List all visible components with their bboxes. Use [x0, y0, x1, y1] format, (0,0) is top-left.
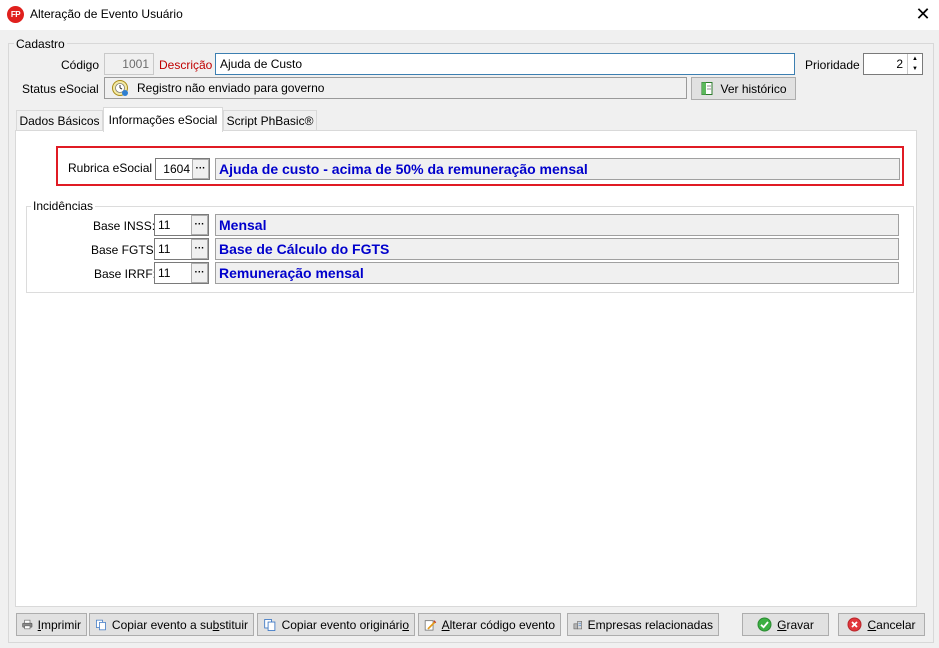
- copiar-evento-original-button[interactable]: Copiar evento originário: [257, 613, 415, 636]
- spin-up-icon[interactable]: ▲: [908, 54, 922, 64]
- alterar-codigo-evento-label: Alterar código evento: [441, 617, 555, 632]
- base-inss-lookup-button[interactable]: ···: [191, 215, 208, 235]
- rubrica-code-value[interactable]: 1604: [159, 162, 192, 176]
- base-fgts-label: Base FGTS:: [91, 243, 158, 257]
- base-inss-label: Base INSS:: [93, 219, 156, 233]
- copiar-evento-substituir-label: Copiar evento a substituir: [111, 617, 248, 632]
- copy-icon: [264, 618, 276, 631]
- cancelar-label: Cancelar: [867, 617, 916, 632]
- close-icon[interactable]: ✕: [912, 3, 934, 25]
- imprimir-label: Imprimir: [37, 617, 81, 632]
- tab-panel: [15, 130, 917, 607]
- base-fgts-code[interactable]: 11: [158, 242, 191, 256]
- copy-icon: [96, 619, 106, 630]
- base-fgts-lookup-button[interactable]: ···: [191, 239, 208, 259]
- rubrica-lookup-button[interactable]: ···: [192, 159, 209, 179]
- prioridade-label: Prioridade: [805, 58, 860, 72]
- descricao-label: Descrição: [159, 58, 213, 72]
- gravar-label: Gravar: [777, 617, 814, 632]
- base-inss-code[interactable]: 11: [158, 218, 191, 232]
- base-irrf-lookup-button[interactable]: ···: [191, 263, 208, 283]
- tab-label: Informações eSocial: [108, 113, 218, 127]
- base-inss-combo[interactable]: 11 ···: [154, 214, 209, 236]
- empresas-relacionadas-button[interactable]: Empresas relacionadas: [567, 613, 719, 636]
- copiar-evento-original-label: Copiar evento originário: [281, 617, 409, 632]
- ver-historico-label: Ver histórico: [720, 81, 787, 96]
- edit-icon: [424, 619, 437, 631]
- imprimir-button[interactable]: Imprimir: [16, 613, 87, 636]
- base-inss-description: Mensal: [215, 214, 899, 236]
- tab-dados-basicos[interactable]: Dados Básicos: [16, 110, 103, 131]
- history-icon: [701, 82, 713, 95]
- cancelar-button[interactable]: Cancelar: [838, 613, 925, 636]
- base-fgts-combo[interactable]: 11 ···: [154, 238, 209, 260]
- window-title: Alteração de Evento Usuário: [30, 7, 183, 21]
- empresas-relacionadas-label: Empresas relacionadas: [587, 617, 713, 632]
- prioridade-spin-buttons[interactable]: ▲ ▼: [907, 54, 922, 74]
- app-icon: FP: [7, 6, 24, 23]
- incidencias-group-label: Incidências: [31, 199, 96, 213]
- cadastro-group-label: Cadastro: [14, 37, 67, 51]
- base-irrf-code[interactable]: 11: [158, 266, 191, 280]
- rubrica-description: Ajuda de custo - acima de 50% da remuner…: [215, 158, 900, 180]
- alterar-codigo-evento-button[interactable]: Alterar código evento: [418, 613, 561, 636]
- prioridade-value[interactable]: 2: [864, 54, 907, 74]
- codigo-field[interactable]: 1001: [104, 53, 154, 75]
- status-esocial-box: Registro não enviado para governo: [104, 77, 687, 99]
- gravar-button[interactable]: Gravar: [742, 613, 829, 636]
- base-fgts-description: Base de Cálculo do FGTS: [215, 238, 899, 260]
- ver-historico-button[interactable]: Ver histórico: [691, 77, 796, 100]
- cancel-icon: [847, 617, 862, 632]
- prioridade-stepper[interactable]: 2 ▲ ▼: [863, 53, 923, 75]
- rubrica-label: Rubrica eSocial: [68, 161, 153, 175]
- codigo-label: Código: [61, 58, 100, 72]
- check-icon: [757, 617, 772, 632]
- companies-icon: [573, 620, 582, 629]
- tab-label: Script PhBasic®: [226, 114, 314, 128]
- pending-status-icon: [112, 80, 128, 96]
- printer-icon: [22, 619, 33, 630]
- spin-down-icon[interactable]: ▼: [908, 64, 922, 74]
- copiar-evento-substituir-button[interactable]: Copiar evento a substituir: [89, 613, 254, 636]
- tab-label: Dados Básicos: [19, 114, 100, 128]
- descricao-input[interactable]: Ajuda de Custo: [215, 53, 795, 75]
- tab-informacoes-esocial[interactable]: Informações eSocial: [103, 107, 223, 132]
- tab-script-phbasic[interactable]: Script PhBasic®: [223, 110, 317, 131]
- base-irrf-combo[interactable]: 11 ···: [154, 262, 209, 284]
- base-irrf-description: Remuneração mensal: [215, 262, 899, 284]
- status-esocial-label: Status eSocial: [22, 82, 99, 96]
- status-esocial-text: Registro não enviado para governo: [137, 81, 325, 95]
- base-irrf-label: Base IRRF:: [94, 267, 157, 281]
- rubrica-code-combo[interactable]: 1604 ···: [155, 158, 210, 180]
